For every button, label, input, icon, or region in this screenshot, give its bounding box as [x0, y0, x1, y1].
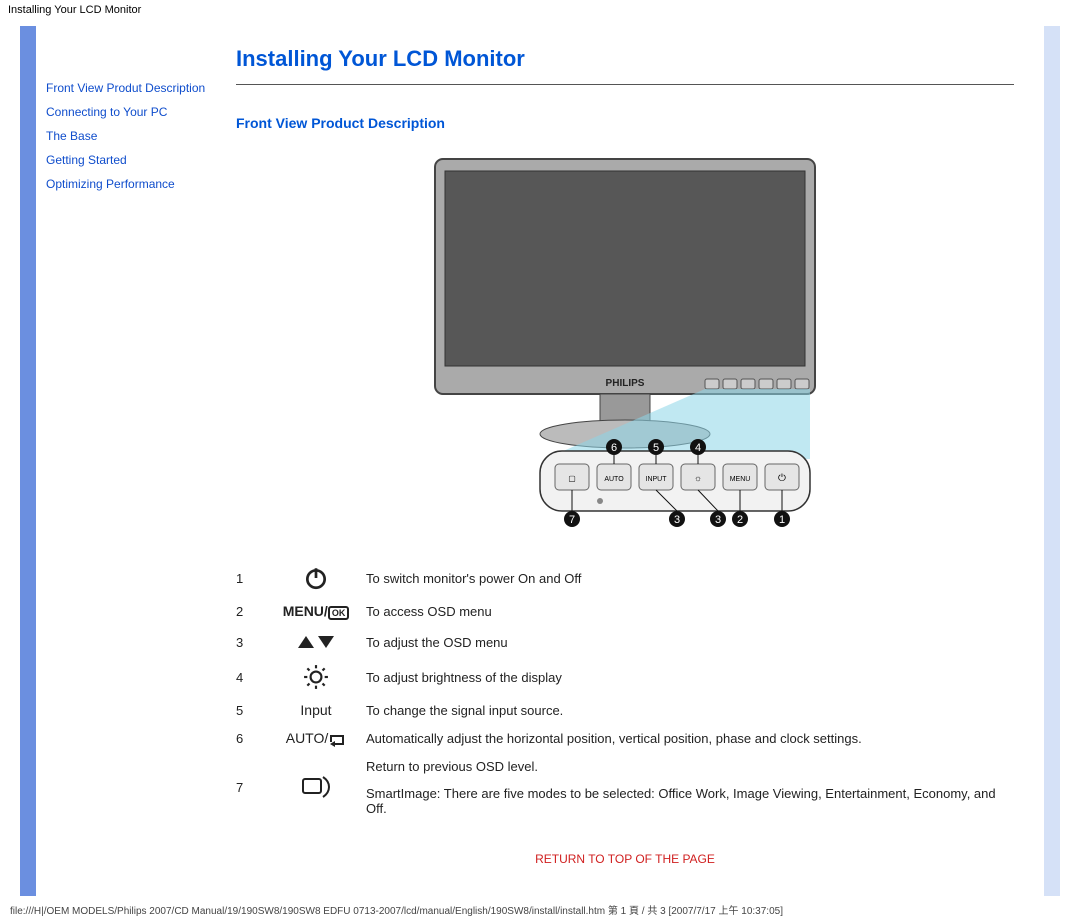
- section-heading: Front View Product Description: [236, 115, 1014, 131]
- legend-row-1: 1 To switch monitor's power On and Off: [236, 559, 1014, 597]
- legend-row-3: 3 To adjust the OSD menu: [236, 626, 1014, 658]
- legend-desc: To switch monitor's power On and Off: [366, 559, 1014, 597]
- monitor-illustration: PHILIPS: [236, 149, 1014, 529]
- svg-text:7: 7: [569, 514, 575, 526]
- legend-num: 6: [236, 724, 276, 753]
- svg-text:4: 4: [695, 442, 701, 454]
- input-icon: Input: [276, 696, 366, 724]
- up-down-icon: [276, 626, 366, 658]
- window-title: Installing Your LCD Monitor: [0, 0, 1080, 20]
- svg-text:⏻: ⏻: [778, 473, 786, 484]
- sidebar-item-optimizing[interactable]: Optimizing Performance: [46, 172, 224, 196]
- legend-row-4: 4 To adjust brightness of the display: [236, 658, 1014, 696]
- svg-text:▢: ▢: [568, 474, 576, 483]
- legend-row-6: 6 AUTO/ Automatically adjust the horizon…: [236, 724, 1014, 753]
- legend-desc: Automatically adjust the horizontal posi…: [366, 724, 1014, 753]
- svg-text:MENU: MENU: [730, 476, 751, 483]
- monitor-svg: PHILIPS: [405, 149, 845, 529]
- auto-return-icon: AUTO/: [276, 724, 366, 753]
- sidebar: Front View Produt Description Connecting…: [40, 26, 230, 896]
- return-to-top-link[interactable]: RETURN TO TOP OF THE PAGE: [236, 852, 1014, 866]
- svg-text:☼: ☼: [694, 473, 702, 483]
- page-container: Front View Produt Description Connecting…: [0, 20, 1080, 896]
- footer-file-path: file:///H|/OEM MODELS/Philips 2007/CD Ma…: [0, 896, 1080, 923]
- menu-ok-icon: MENU/OK: [276, 597, 366, 626]
- brightness-icon: [276, 658, 366, 696]
- sidebar-item-front-view[interactable]: Front View Produt Description: [46, 76, 224, 100]
- main-content: Installing Your LCD Monitor Front View P…: [230, 26, 1044, 896]
- legend-num: 1: [236, 559, 276, 597]
- legend-num: 4: [236, 658, 276, 696]
- sidebar-item-connecting[interactable]: Connecting to Your PC: [46, 100, 224, 124]
- legend-desc-a: Return to previous OSD level.: [366, 753, 1014, 780]
- legend-desc-b: SmartImage: There are five modes to be s…: [366, 780, 1014, 822]
- page-title: Installing Your LCD Monitor: [236, 46, 1014, 72]
- legend-desc: To adjust the OSD menu: [366, 626, 1014, 658]
- svg-text:PHILIPS: PHILIPS: [606, 378, 645, 389]
- title-divider: [236, 84, 1014, 85]
- smartimage-icon: [276, 753, 366, 822]
- legend-num: 7: [236, 753, 276, 822]
- svg-text:3: 3: [715, 514, 721, 526]
- svg-text:AUTO: AUTO: [604, 476, 624, 483]
- legend-row-2: 2 MENU/OK To access OSD menu: [236, 597, 1014, 626]
- sidebar-item-getting-started[interactable]: Getting Started: [46, 148, 224, 172]
- legend-table: 1 To switch monitor's power On and Off 2…: [236, 559, 1014, 822]
- legend-num: 2: [236, 597, 276, 626]
- legend-desc: To adjust brightness of the display: [366, 658, 1014, 696]
- svg-text:6: 6: [611, 442, 617, 454]
- legend-desc: To access OSD menu: [366, 597, 1014, 626]
- legend-desc: To change the signal input source.: [366, 696, 1014, 724]
- legend-row-5: 5 Input To change the signal input sourc…: [236, 696, 1014, 724]
- legend-num: 3: [236, 626, 276, 658]
- svg-text:INPUT: INPUT: [646, 476, 668, 483]
- sidebar-item-base[interactable]: The Base: [46, 124, 224, 148]
- legend-num: 5: [236, 696, 276, 724]
- svg-text:3: 3: [674, 514, 680, 526]
- legend-row-7: 7 Return to previous OSD level.: [236, 753, 1014, 780]
- svg-text:5: 5: [653, 442, 659, 454]
- left-accent-strip: [20, 26, 36, 896]
- power-icon: [276, 559, 366, 597]
- svg-text:2: 2: [737, 514, 743, 526]
- svg-text:1: 1: [779, 514, 785, 526]
- right-accent-strip: [1044, 26, 1060, 896]
